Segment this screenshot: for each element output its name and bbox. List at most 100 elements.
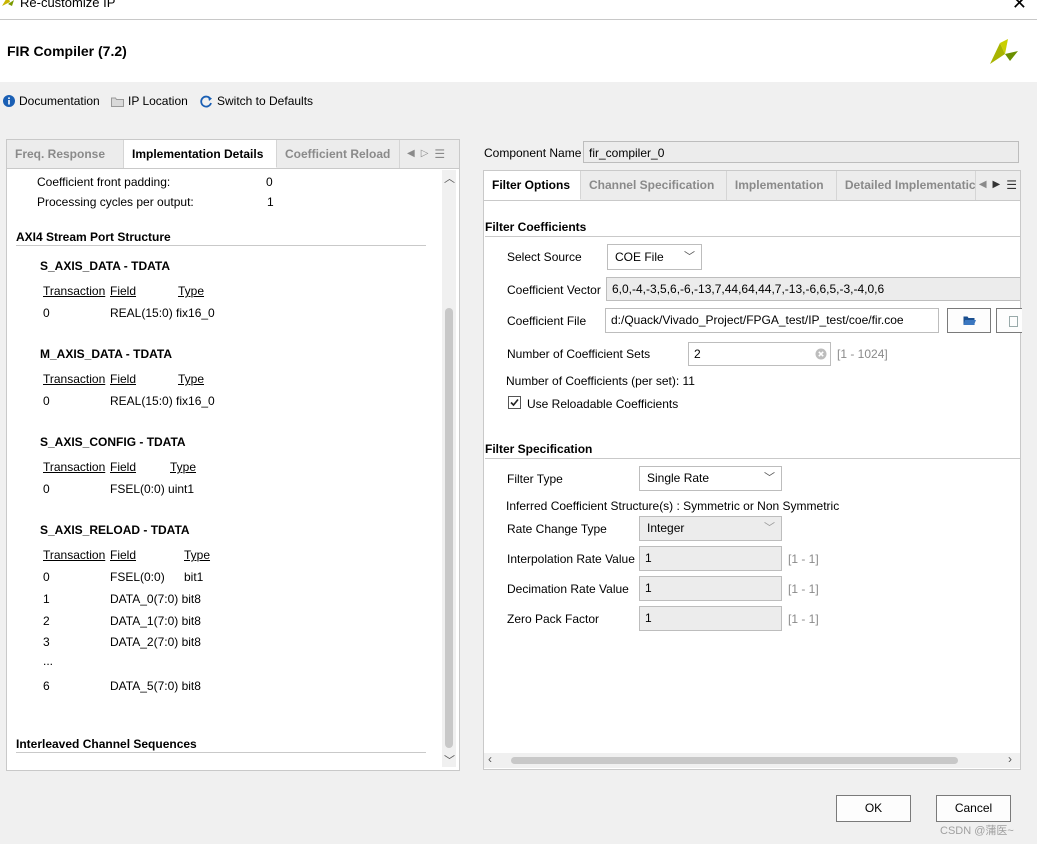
col-field: Field: [110, 372, 137, 386]
tab-implementation[interactable]: Implementation: [727, 171, 837, 200]
proc-cycles-label: Processing cycles per output:: [37, 195, 194, 209]
select-source-dropdown[interactable]: COE File ﹀: [607, 244, 702, 270]
decim-rate-range: [1 - 1]: [788, 582, 819, 596]
dialog-header: FIR Compiler (7.2): [0, 20, 1037, 82]
col-field: Field: [110, 548, 137, 562]
row-type: bit1: [184, 570, 204, 584]
left-tabs: Freq. Response Implementation Details Co…: [7, 140, 459, 169]
left-vertical-scrollbar[interactable]: ︿ ﹀: [442, 170, 456, 767]
folder-icon: [111, 97, 124, 107]
right-panel: Filter Options Channel Specification Imp…: [483, 170, 1022, 770]
filter-coefficients-title: Filter Coefficients: [485, 220, 587, 234]
row-field: FSEL(0:0): [110, 570, 165, 584]
tab-filter-options[interactable]: Filter Options: [484, 171, 581, 200]
col-field: Field: [110, 284, 137, 298]
tab-coefficient-reload[interactable]: Coefficient Reload: [277, 140, 400, 168]
interleaved-section-title: Interleaved Channel Sequences: [16, 737, 197, 751]
documentation-label: Documentation: [19, 94, 100, 108]
documentation-link[interactable]: Documentation: [3, 94, 100, 108]
scroll-thumb[interactable]: [511, 757, 958, 764]
divider: [16, 752, 426, 753]
row-transaction: 2: [43, 614, 50, 628]
rate-change-dropdown[interactable]: Integer ﹀: [639, 516, 782, 541]
coef-vector-label: Coefficient Vector: [507, 283, 601, 297]
divider: [16, 245, 426, 246]
tab-detailed-implementation[interactable]: Detailed Implementatic: [837, 171, 976, 200]
scroll-up-icon[interactable]: ︿: [444, 170, 455, 186]
filter-type-dropdown[interactable]: Single Rate ﹀: [639, 466, 782, 491]
coef-vector-field[interactable]: 6,0,-4,-3,5,6,-6,-13,7,44,64,44,7,-13,-6…: [606, 277, 1020, 301]
row-transaction: 0: [43, 306, 50, 320]
coef-file-field[interactable]: d:/Quack/Vivado_Project/FPGA_test/IP_tes…: [605, 308, 939, 333]
window-titlebar: Re-customize IP ✕: [0, 0, 1037, 20]
scroll-left-icon[interactable]: ‹: [488, 752, 492, 766]
tab-channel-specification[interactable]: Channel Specification: [581, 171, 727, 200]
interp-rate-label: Interpolation Rate Value: [507, 552, 635, 566]
checkmark-icon: [510, 398, 519, 407]
scroll-thumb[interactable]: [445, 308, 453, 748]
folder-open-icon: [963, 316, 976, 325]
divider: [485, 236, 1020, 237]
group-title: S_AXIS_RELOAD - TDATA: [40, 523, 190, 537]
num-coef-sets-field[interactable]: 2: [688, 342, 831, 366]
rate-change-value: Integer: [647, 521, 685, 535]
row-field: REAL(15:0) fix16_0: [110, 394, 215, 408]
axi-section-title: AXI4 Stream Port Structure: [16, 230, 171, 244]
use-reload-label: Use Reloadable Coefficients: [527, 397, 679, 411]
cancel-button[interactable]: Cancel: [936, 795, 1011, 822]
rate-change-label: Rate Change Type: [507, 522, 607, 536]
right-horizontal-scrollbar[interactable]: ‹ ›: [484, 752, 1020, 768]
col-type: Type: [178, 372, 205, 386]
clear-icon[interactable]: [815, 348, 827, 360]
scroll-down-icon[interactable]: ﹀: [444, 752, 455, 768]
row-transaction: 3: [43, 635, 50, 649]
tab-scroll-right-icon[interactable]: ▶: [990, 171, 1004, 200]
tab-implementation-details[interactable]: Implementation Details: [124, 140, 277, 168]
row-transaction: 6: [43, 679, 50, 693]
xilinx-logo-icon: [990, 39, 1018, 64]
col-transaction: Transaction: [43, 460, 106, 474]
num-coef-sets-value: 2: [694, 347, 701, 361]
group-title: S_AXIS_DATA - TDATA: [40, 259, 171, 273]
row-field: DATA_2(7:0) bit8: [110, 635, 201, 649]
browse-file-button[interactable]: [947, 308, 991, 333]
interp-rate-field[interactable]: 1: [639, 546, 782, 571]
row-field: DATA_0(7:0) bit8: [110, 592, 201, 606]
col-type: Type: [170, 460, 197, 474]
decim-rate-label: Decimation Rate Value: [507, 582, 629, 596]
zero-pack-field[interactable]: 1: [639, 606, 782, 631]
component-name-field[interactable]: fir_compiler_0: [583, 141, 1019, 163]
filter-spec-title: Filter Specification: [485, 442, 593, 456]
row-field: DATA_1(7:0) bit8: [110, 614, 201, 628]
select-source-value: COE File: [615, 250, 664, 264]
info-icon: [3, 95, 15, 107]
filter-type-value: Single Rate: [647, 471, 710, 485]
filter-type-label: Filter Type: [507, 472, 563, 486]
ip-location-link[interactable]: IP Location: [111, 94, 188, 108]
chevron-down-icon: ﹀: [764, 472, 775, 484]
ip-title: FIR Compiler (7.2): [7, 43, 127, 59]
tab-freq-response[interactable]: Freq. Response: [7, 140, 124, 168]
edit-file-button[interactable]: [996, 308, 1022, 333]
col-transaction: Transaction: [43, 548, 106, 562]
col-transaction: Transaction: [43, 372, 106, 386]
chevron-down-icon: ﹀: [684, 251, 695, 263]
row-field: DATA_5(7:0) bit8: [110, 679, 201, 693]
tab-menu-icon[interactable]: ☰: [1003, 171, 1020, 200]
decim-rate-field[interactable]: 1: [639, 576, 782, 601]
num-coef-sets-range: [1 - 1024]: [837, 347, 888, 361]
row-field: REAL(15:0) fix16_0: [110, 306, 215, 320]
tab-scroll-right-icon[interactable]: ▷: [418, 140, 432, 168]
ok-button[interactable]: OK: [836, 795, 911, 822]
right-tabs: Filter Options Channel Specification Imp…: [484, 171, 1020, 201]
tab-scroll-left-icon[interactable]: ◀: [404, 140, 418, 168]
tab-scroll-left-icon[interactable]: ◀: [976, 171, 990, 200]
group-title: S_AXIS_CONFIG - TDATA: [40, 435, 186, 449]
col-type: Type: [184, 548, 211, 562]
row-transaction: 0: [43, 394, 50, 408]
close-icon[interactable]: ✕: [1012, 0, 1027, 14]
switch-defaults-link[interactable]: Switch to Defaults: [200, 94, 313, 108]
scroll-right-icon[interactable]: ›: [1008, 752, 1012, 766]
use-reload-checkbox[interactable]: [508, 396, 521, 409]
tab-menu-icon[interactable]: ☰: [431, 140, 448, 168]
